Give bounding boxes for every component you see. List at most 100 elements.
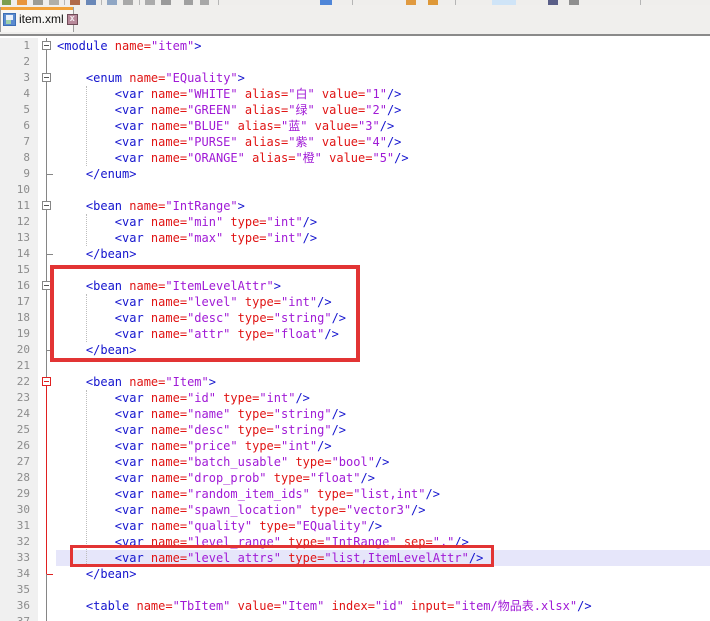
code-line[interactable]: 33 <var name="level_attrs" type="list,It… [0,550,710,566]
code-text[interactable]: <bean name="Item"> [56,374,710,390]
code-line[interactable]: 29 <var name="random_item_ids" type="lis… [0,486,710,502]
code-line[interactable]: 5 <var name="GREEN" alias="绿" value="2"/… [0,102,710,118]
line-number: 1 [0,38,38,54]
code-text[interactable]: </bean> [56,342,710,358]
xml-attribute: name= [144,231,187,245]
tab-close-icon[interactable]: x [67,14,78,25]
code-line[interactable]: 17 <var name="level" type="int"/> [0,294,710,310]
code-line[interactable]: 22 <bean name="Item"> [0,374,710,390]
code-text[interactable]: <var name="max" type="int"/> [56,230,710,246]
code-text[interactable]: <var name="GREEN" alias="绿" value="2"/> [56,102,710,118]
code-text[interactable]: <var name="WHITE" alias="白" value="1"/> [56,86,710,102]
code-text[interactable]: <enum name="EQuality"> [56,70,710,86]
code-line[interactable]: 21 [0,358,710,374]
code-line[interactable]: 9 </enum> [0,166,710,182]
code-line[interactable]: 28 <var name="drop_prob" type="float"/> [0,470,710,486]
fold-toggle-icon[interactable] [38,278,56,294]
xml-value: "IntRange" [165,199,237,213]
xml-attribute: name= [122,199,165,213]
code-text[interactable]: </bean> [56,246,710,262]
code-text[interactable] [56,582,710,598]
code-text[interactable]: <var name="drop_prob" type="float"/> [56,470,710,486]
xml-value: "drop_prob" [187,471,266,485]
code-line[interactable]: 13 <var name="max" type="int"/> [0,230,710,246]
code-line[interactable]: 26 <var name="price" type="int"/> [0,438,710,454]
code-text[interactable]: <var name="attr" type="float"/> [56,326,710,342]
code-line[interactable]: 25 <var name="desc" type="string"/> [0,422,710,438]
code-text[interactable]: <var name="BLUE" alias="蓝" value="3"/> [56,118,710,134]
code-text[interactable]: <var name="batch_usable" type="bool"/> [56,454,710,470]
code-line[interactable]: 27 <var name="batch_usable" type="bool"/… [0,454,710,470]
code-line[interactable]: 23 <var name="id" type="int"/> [0,390,710,406]
code-line[interactable]: 1 <module name="item"> [0,38,710,54]
code-text[interactable]: <var name="min" type="int"/> [56,214,710,230]
code-text[interactable]: <var name="desc" type="string"/> [56,310,710,326]
line-number: 33 [0,550,38,566]
code-editor[interactable]: 1<module name="item">23 <enum name="EQua… [0,36,710,621]
code-text[interactable]: <var name="desc" type="string"/> [56,422,710,438]
xml-value: "白" [288,87,314,101]
code-text[interactable]: <var name="name" type="string"/> [56,406,710,422]
code-line[interactable]: 10 [0,182,710,198]
code-text[interactable]: <table name="TbItem" value="Item" index=… [56,598,710,614]
code-line[interactable]: 37 [0,614,710,621]
code-line[interactable]: 30 <var name="spawn_location" type="vect… [0,502,710,518]
indent-guide [86,214,87,246]
code-line[interactable]: 8 <var name="ORANGE" alias="橙" value="5"… [0,150,710,166]
code-line[interactable]: 31 <var name="quality" type="EQuality"/> [0,518,710,534]
code-text[interactable]: <var name="ORANGE" alias="橙" value="5"/> [56,150,710,166]
fold-toggle-icon[interactable] [38,374,56,390]
code-text[interactable]: </enum> [56,166,710,182]
code-text[interactable]: <var name="level_attrs" type="list,ItemL… [56,550,710,566]
code-line[interactable]: 35 [0,582,710,598]
code-line[interactable]: 34 </bean> [0,566,710,582]
line-number: 37 [0,614,38,621]
fold-toggle-icon[interactable] [38,70,56,86]
code-text[interactable] [56,262,710,278]
code-line[interactable]: 20 </bean> [0,342,710,358]
code-text[interactable] [56,358,710,374]
fold-toggle-icon[interactable] [38,38,56,54]
xml-tag: /> [380,119,394,133]
code-text[interactable] [56,182,710,198]
code-text[interactable]: <var name="PURSE" alias="紫" value="4"/> [56,134,710,150]
code-line[interactable]: 11 <bean name="IntRange"> [0,198,710,214]
xml-attribute: value= [315,103,366,117]
code-text[interactable]: <var name="spawn_location" type="vector3… [56,502,710,518]
code-line[interactable]: 19 <var name="attr" type="float"/> [0,326,710,342]
code-line[interactable]: 16 <bean name="ItemLevelAttr"> [0,278,710,294]
code-text[interactable] [56,54,710,70]
xml-attribute: name= [144,135,187,149]
code-line[interactable]: 36 <table name="TbItem" value="Item" ind… [0,598,710,614]
code-text[interactable]: <var name="level_range" type="IntRange" … [56,534,710,550]
xml-value: "5" [372,151,394,165]
code-line[interactable]: 7 <var name="PURSE" alias="紫" value="4"/… [0,134,710,150]
code-text[interactable]: <var name="level" type="int"/> [56,294,710,310]
xml-tag: /> [368,519,382,533]
code-line[interactable]: 18 <var name="desc" type="string"/> [0,310,710,326]
code-text[interactable]: <bean name="ItemLevelAttr"> [56,278,710,294]
code-text[interactable] [56,614,710,621]
code-line[interactable]: 2 [0,54,710,70]
code-text[interactable]: <bean name="IntRange"> [56,198,710,214]
code-text[interactable]: <var name="quality" type="EQuality"/> [56,518,710,534]
fold-toggle-icon[interactable] [38,198,56,214]
code-line[interactable]: 14 </bean> [0,246,710,262]
code-text[interactable]: <var name="random_item_ids" type="list,i… [56,486,710,502]
xml-value: "quality" [187,519,252,533]
code-line[interactable]: 12 <var name="min" type="int"/> [0,214,710,230]
code-text[interactable]: <var name="id" type="int"/> [56,390,710,406]
code-line[interactable]: 6 <var name="BLUE" alias="蓝" value="3"/> [0,118,710,134]
tab-item-xml[interactable]: item.xml x [0,7,74,32]
code-text[interactable]: <var name="price" type="int"/> [56,438,710,454]
code-text[interactable]: </bean> [56,566,710,582]
code-line[interactable]: 3 <enum name="EQuality"> [0,70,710,86]
code-line[interactable]: 4 <var name="WHITE" alias="白" value="1"/… [0,86,710,102]
line-number: 23 [0,390,38,406]
code-line[interactable]: 24 <var name="name" type="string"/> [0,406,710,422]
code-text[interactable]: <module name="item"> [56,38,710,54]
code-line[interactable]: 15 [0,262,710,278]
code-line[interactable]: 32 <var name="level_range" type="IntRang… [0,534,710,550]
xml-value: "min" [187,215,223,229]
xml-value: "bool" [332,455,375,469]
